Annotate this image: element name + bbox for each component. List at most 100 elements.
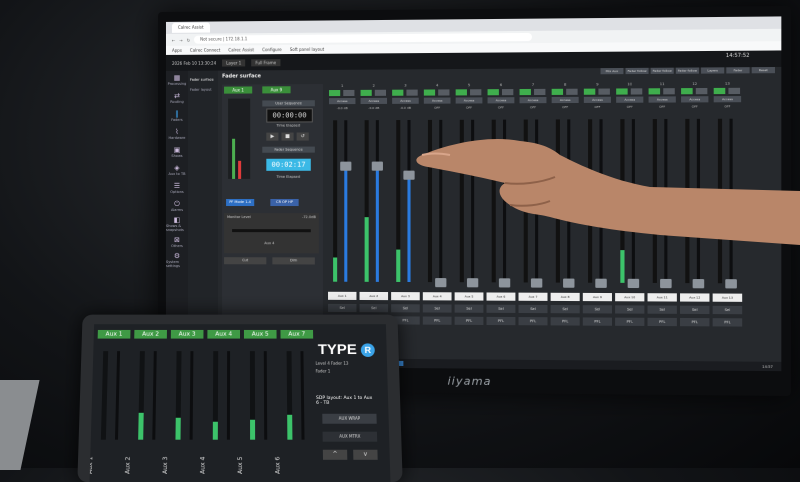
tablet-aux-tab[interactable]: Aux 5 [244,330,277,339]
strip-grey-button[interactable] [470,89,481,95]
strip-green-button[interactable] [361,90,372,96]
top-button[interactable]: Reset [752,67,775,73]
strip-pfl-button[interactable]: PFL [713,318,743,326]
aux-mtrx-button[interactable]: AUX MTRX [323,432,378,442]
strip-access-button[interactable]: Access [424,98,451,104]
top-button[interactable]: Fader follow [676,67,699,73]
strip-pfl-button[interactable]: PFL [615,318,644,326]
reload-icon[interactable]: ↻ [187,37,190,42]
browser-tab[interactable]: Calrec Assist [172,23,210,33]
strip-sel-button[interactable]: Sel [583,305,612,313]
sidebar-item-system-settings[interactable]: ⚙System settings [166,251,188,269]
strip-access-button[interactable]: Access [520,97,547,103]
fader-knob[interactable] [563,279,574,288]
strip-green-button[interactable] [456,89,467,95]
tablet-fader-track[interactable] [227,351,230,440]
subnav-fader-surface[interactable]: Fader surface [188,75,218,85]
fader-knob[interactable] [340,161,351,170]
full-frame-button[interactable]: Full Frame [251,59,280,66]
strip-grey-button[interactable] [696,88,708,94]
strip-sel-button[interactable]: Sel [391,304,420,312]
fader-knob[interactable] [499,278,510,287]
bookmark-item[interactable]: Configure [262,47,282,52]
pf-mode-button[interactable]: PF Mode 1-4 [226,199,254,206]
sidebar-item-faders[interactable]: ‖Faders [166,107,188,125]
strip-green-button[interactable] [329,90,340,96]
strip-pfl-button[interactable]: PFL [423,317,452,325]
sidebar-item-options[interactable]: ☰Options [166,179,188,197]
bookmark-item[interactable]: Soft panel layout [290,47,324,52]
strip-access-button[interactable]: Access [392,98,419,104]
strip-pfl-button[interactable]: PFL [680,318,709,326]
strip-access-button[interactable]: Access [456,97,483,103]
strip-sel-button[interactable]: Sel [423,304,452,312]
reset-icon[interactable]: ↺ [297,132,309,140]
strip-sel-button[interactable]: Sel [713,306,743,314]
cr-op-hp-button[interactable]: CR OP HP [270,199,298,206]
subnav-fader-layout[interactable]: Fader layout [188,85,218,95]
strip-sel-button[interactable]: Sel [360,304,389,312]
tablet-aux-tab[interactable]: Aux 1 [98,330,131,339]
strip-grey-button[interactable] [502,89,513,95]
back-icon[interactable]: ← [172,37,175,42]
strip-green-button[interactable] [584,89,595,95]
bookmark-item[interactable]: Apps [172,48,182,53]
tablet-fader-track[interactable] [300,351,304,440]
fader-knob[interactable] [628,279,640,288]
tablet-aux-tab[interactable]: Aux 2 [134,330,167,339]
strip-sel-button[interactable]: Sel [487,305,516,313]
strip-sel-button[interactable]: Sel [680,306,709,314]
forward-icon[interactable]: → [179,37,182,42]
strip-green-button[interactable] [392,90,403,96]
sidebar-item-routing[interactable]: ⇄Routing [166,89,188,107]
strip-green-button[interactable] [424,89,435,95]
strip-grey-button[interactable] [406,90,417,96]
sidebar-item-others[interactable]: ⊠Others [166,233,188,251]
strip-grey-button[interactable] [728,88,740,94]
play-icon[interactable]: ▶ [266,133,278,141]
layer-button[interactable]: Layer 1 [222,59,245,66]
strip-pfl-button[interactable]: PFL [487,317,516,325]
dim-button[interactable]: Dim [272,257,314,264]
strip-pfl-button[interactable]: PFL [455,317,484,325]
strip-pfl-button[interactable]: PFL [583,317,612,325]
strip-green-button[interactable] [552,89,563,95]
strip-green-button[interactable] [520,89,531,95]
strip-sel-button[interactable]: Sel [551,305,580,313]
strip-green-button[interactable] [616,88,627,94]
strip-grey-button[interactable] [566,89,577,95]
fader-knob[interactable] [693,279,705,288]
arrow-up-icon[interactable]: ^ [323,450,347,460]
aux-a-tab[interactable]: Aux 1 [224,86,252,93]
bookmark-item[interactable]: Calrec Connect [190,48,220,53]
strip-sel-button[interactable]: Sel [519,305,548,313]
strip-grey-button[interactable] [534,89,545,95]
fader-knob[interactable] [725,279,737,288]
strip-grey-button[interactable] [343,90,354,96]
fader-knob[interactable] [531,278,542,287]
tablet-aux-tab[interactable]: Aux 4 [207,330,240,339]
sidebar-item-aux-to-tb[interactable]: ◈Aux to TB [166,161,188,179]
strip-access-button[interactable]: Access [552,97,579,103]
strip-pfl-button[interactable]: PFL [519,317,548,325]
top-button[interactable]: Fader follow [651,68,674,74]
cut-button[interactable]: Cut [224,257,266,264]
strip-green-button[interactable] [488,89,499,95]
strip-sel-button[interactable]: Sel [328,304,356,312]
sidebar-item-alarms[interactable]: ⏻Alarms [166,197,188,215]
strip-sel-button[interactable]: Sel [615,305,644,313]
monitor-level-slider[interactable] [232,229,311,232]
strip-grey-button[interactable] [375,90,386,96]
fader-knob[interactable] [660,279,672,288]
top-button[interactable]: Layers [701,67,724,73]
top-button[interactable]: Fader [726,67,749,73]
strip-access-button[interactable]: Access [361,98,387,104]
strip-pfl-button[interactable]: PFL [551,317,580,325]
tablet-aux-tab[interactable]: Aux 7 [280,330,313,339]
strip-access-button[interactable]: Access [488,97,515,103]
fader-knob[interactable] [435,278,446,287]
strip-sel-button[interactable]: Sel [455,305,484,313]
fader-knob[interactable] [467,278,478,287]
tablet-fader-track[interactable] [264,351,267,440]
fader-knob[interactable] [372,161,383,170]
